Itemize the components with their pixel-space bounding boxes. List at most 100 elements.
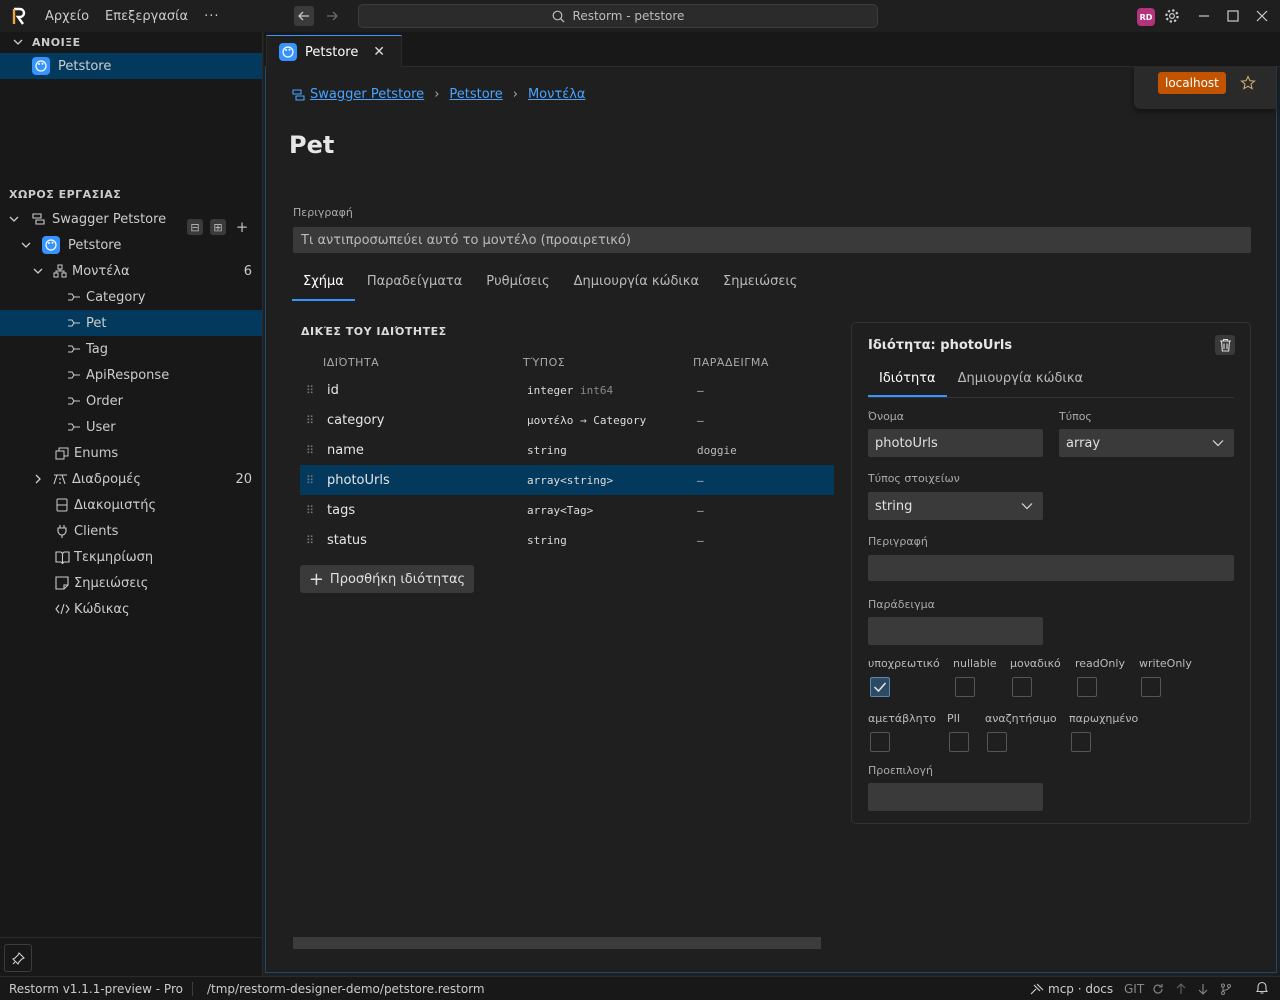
drag-handle-icon[interactable]: ⠿ [300, 534, 320, 547]
forward-button[interactable] [322, 6, 342, 26]
page-title: Pet [289, 131, 335, 159]
notifications-button[interactable] [1255, 981, 1269, 997]
pin-button[interactable] [4, 944, 32, 972]
default-input[interactable] [868, 783, 1043, 811]
menu-edit[interactable]: Επεξεργασία [105, 9, 188, 24]
git-status[interactable]: GIT [1124, 982, 1232, 996]
table-row[interactable]: ⠿ id integer int64 – [300, 375, 834, 405]
close-window-button[interactable] [1252, 6, 1272, 26]
tab-codegen[interactable]: Δημιουργία κώδικα [574, 274, 711, 301]
tree-label: ApiResponse [86, 367, 170, 383]
pull-icon[interactable] [1198, 983, 1208, 995]
prop-description-input[interactable] [868, 555, 1234, 581]
table-row[interactable]: ⠿ tags array<Tag> – [300, 495, 834, 525]
tree-model-item[interactable]: User [0, 414, 262, 440]
open-item-petstore[interactable]: Petstore [0, 53, 262, 79]
mcp-status[interactable]: mcp · docs [1030, 982, 1113, 996]
environment-badge[interactable]: localhost [1158, 72, 1226, 94]
tab-petstore[interactable]: Petstore ✕ [266, 35, 402, 68]
model-icon [66, 367, 82, 383]
item-type-select[interactable]: string [868, 492, 1043, 520]
tree-docs[interactable]: Τεκμηρίωση [0, 544, 262, 570]
breadcrumb-models[interactable]: Μοντέλα [528, 87, 586, 102]
table-row[interactable]: ⠿ name string doggie [300, 435, 834, 465]
drag-handle-icon[interactable]: ⠿ [300, 474, 320, 487]
default-label: Προεπιλογή [868, 764, 933, 777]
tree-enums[interactable]: Enums [0, 440, 262, 466]
property-example: – [697, 503, 704, 517]
searchable-checkbox[interactable] [987, 732, 1007, 752]
tree-model-item[interactable]: ApiResponse [0, 362, 262, 388]
tree-label: Pet [86, 315, 107, 331]
tree-model-item[interactable]: Tag [0, 336, 262, 362]
breadcrumb-swagger-petstore[interactable]: Swagger Petstore [310, 87, 424, 102]
nullable-checkbox[interactable] [955, 677, 975, 697]
table-row[interactable]: ⠿ category μοντέλο → Category – [300, 405, 834, 435]
deprecated-checkbox[interactable] [1071, 732, 1091, 752]
tree-model-item[interactable]: Order [0, 388, 262, 414]
settings-button[interactable] [1162, 6, 1182, 26]
tree-model-item[interactable]: Pet [0, 310, 262, 336]
tree-code[interactable]: Κώδικας [0, 596, 262, 622]
palette-icon [279, 43, 297, 61]
file-path: /tmp/restorm-designer-demo/petstore.rest… [206, 981, 485, 996]
drag-handle-icon[interactable]: ⠿ [300, 414, 320, 427]
hierarchy-icon [52, 263, 68, 279]
avatar[interactable]: RD [1137, 8, 1155, 26]
check-icon [873, 682, 887, 693]
drag-handle-icon[interactable]: ⠿ [300, 504, 320, 517]
menu-file[interactable]: Αρχείο [45, 9, 89, 24]
add-property-button[interactable]: + Προσθήκη ιδιότητας [300, 565, 474, 593]
push-icon[interactable] [1176, 982, 1186, 995]
property-example: doggie [697, 443, 737, 457]
tree-root-swagger-petstore[interactable]: Swagger Petstore [0, 206, 262, 232]
detail-tab-property[interactable]: Ιδιότητα [868, 371, 947, 397]
back-button[interactable] [294, 6, 314, 26]
name-input[interactable]: photoUrls [868, 429, 1043, 457]
unique-checkbox[interactable] [1012, 677, 1032, 697]
tab-notes[interactable]: Σημειώσεις [723, 274, 809, 301]
description-input[interactable] [293, 227, 1251, 253]
tree-model-item[interactable]: Category [0, 284, 262, 310]
tree-routes[interactable]: Διαδρομές 20 [0, 466, 262, 492]
maximize-button[interactable] [1223, 6, 1243, 26]
tab-examples[interactable]: Παραδείγματα [367, 274, 474, 301]
menu-more[interactable]: ··· [204, 9, 219, 24]
required-checkbox[interactable] [870, 677, 890, 697]
drag-handle-icon[interactable]: ⠿ [300, 384, 320, 397]
property-type: integer int64 [527, 384, 613, 397]
table-row[interactable]: ⠿ status string – [300, 525, 834, 555]
tree-servers[interactable]: Διακομιστής [0, 492, 262, 518]
minimize-button[interactable] [1194, 6, 1214, 26]
tab-close-button[interactable]: ✕ [373, 44, 385, 60]
type-select[interactable]: array [1059, 429, 1234, 457]
plug-icon [54, 523, 70, 539]
pii-checkbox[interactable] [949, 732, 969, 752]
prop-description-label: Περιγραφή [868, 535, 928, 548]
breadcrumb-petstore[interactable]: Petstore [449, 87, 502, 102]
example-input[interactable] [868, 617, 1043, 645]
command-search[interactable]: Restorm - petstore [358, 4, 878, 28]
branch-icon[interactable] [1220, 983, 1232, 995]
refresh-icon[interactable] [1152, 983, 1164, 995]
immutable-checkbox[interactable] [870, 732, 890, 752]
tab-settings[interactable]: Ρυθμίσεις [486, 274, 561, 301]
palette-icon [42, 236, 60, 254]
drag-handle-icon[interactable]: ⠿ [300, 444, 320, 457]
minimize-icon [1199, 15, 1209, 17]
detail-tab-codegen[interactable]: Δημιουργία κώδικα [947, 371, 1094, 397]
writeonly-checkbox[interactable] [1141, 677, 1161, 697]
tree-clients[interactable]: Clients [0, 518, 262, 544]
horizontal-scrollbar[interactable] [293, 937, 821, 949]
tree-models[interactable]: Μοντέλα 6 [0, 258, 262, 284]
tab-schema[interactable]: Σχήμα [292, 274, 355, 301]
table-row[interactable]: ⠿ photoUrls array<string> – [300, 465, 834, 495]
tree-api-petstore[interactable]: Petstore [0, 232, 262, 258]
delete-property-button[interactable] [1215, 335, 1235, 355]
breadcrumb: Swagger Petstore › Petstore › Μοντέλα [291, 87, 586, 102]
readonly-checkbox[interactable] [1077, 677, 1097, 697]
favorite-button[interactable] [1240, 75, 1256, 95]
tree-notes[interactable]: Σημειώσεις [0, 570, 262, 596]
open-section-header[interactable]: ΑΝΟΙΞΕ [0, 32, 262, 52]
tree-label: User [86, 419, 116, 435]
